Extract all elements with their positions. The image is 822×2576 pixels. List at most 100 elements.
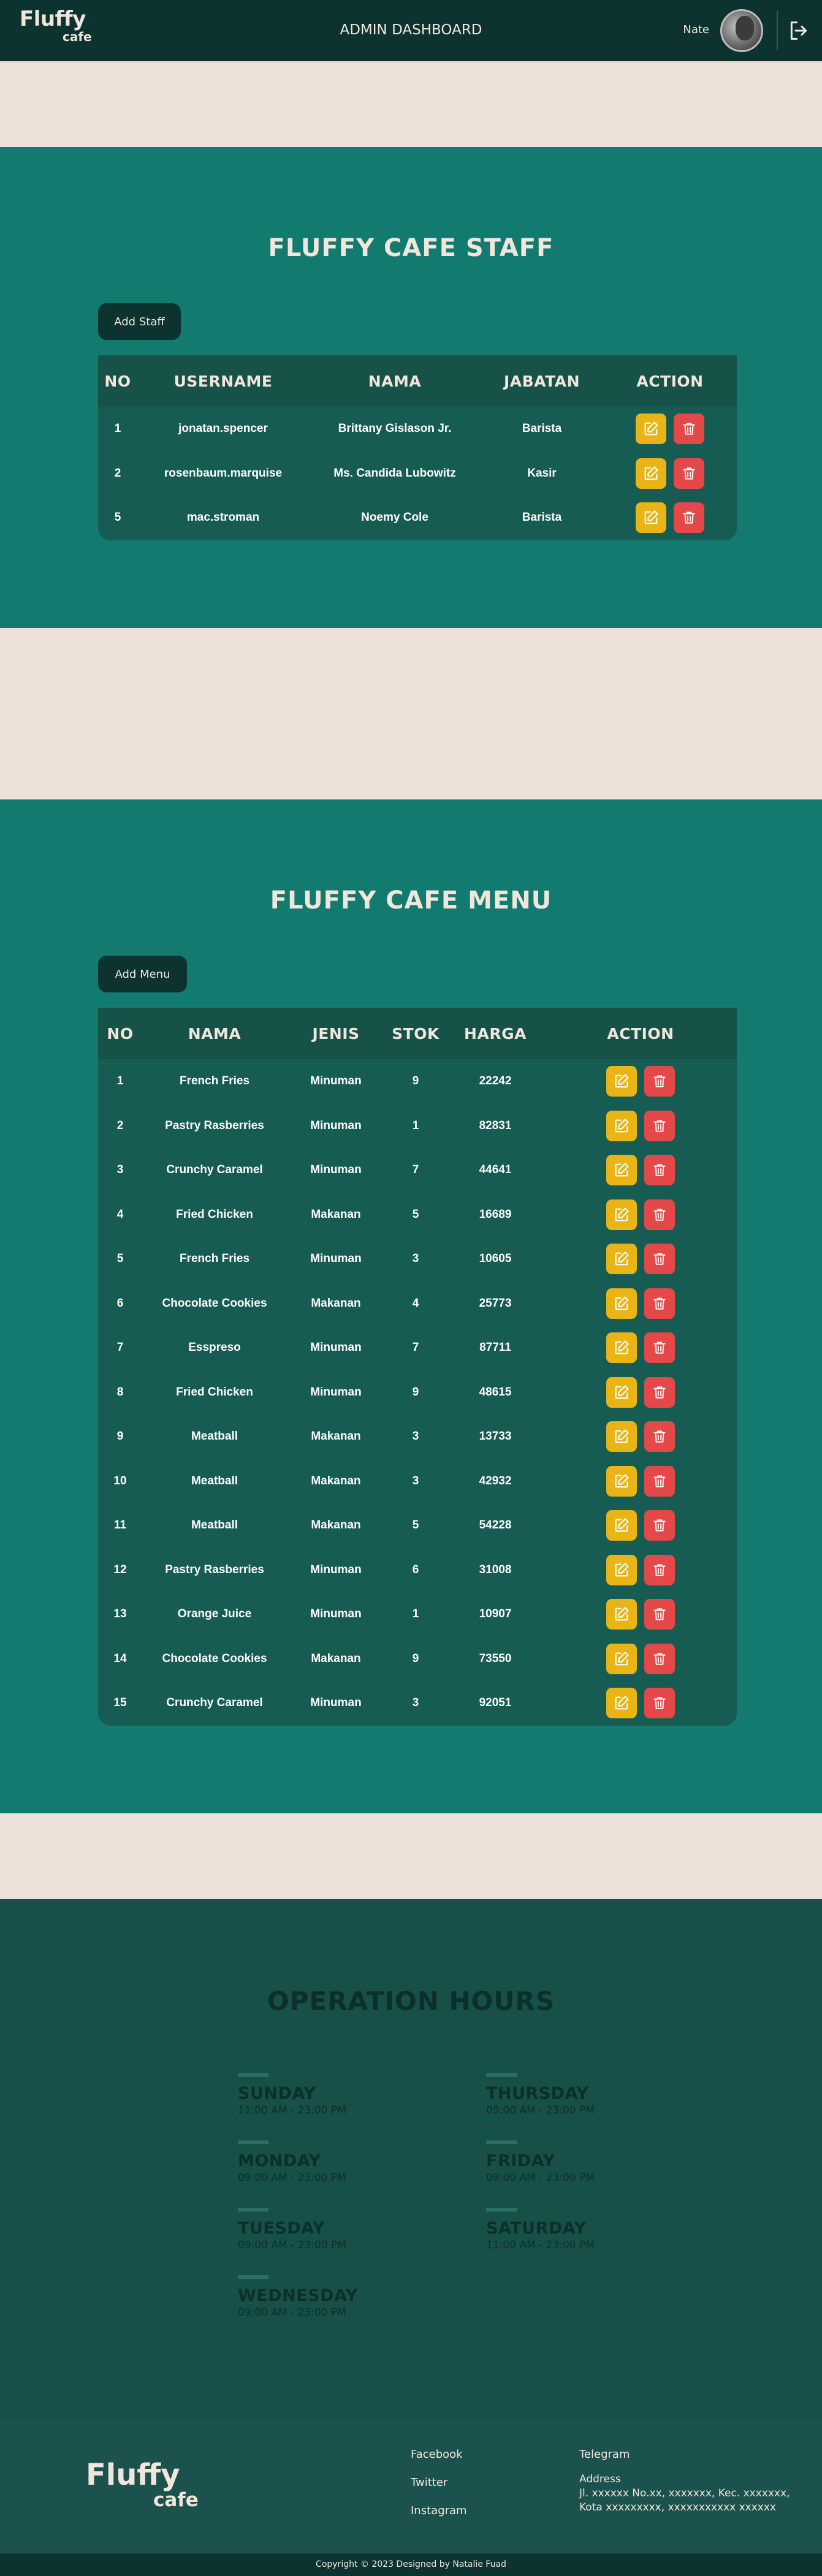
cell-no: 13 xyxy=(113,1607,127,1621)
menu-edit-button[interactable] xyxy=(606,1688,637,1719)
cell-stok: 7 xyxy=(412,1341,419,1354)
table-row: 13 Orange Juice Minuman 1 10907 xyxy=(98,1592,737,1637)
cell-no: 4 xyxy=(116,1207,124,1221)
menu-delete-button[interactable] xyxy=(644,1465,675,1497)
menu-delete-button[interactable] xyxy=(644,1199,675,1230)
menu-delete-button[interactable] xyxy=(644,1066,675,1097)
footer-logo[interactable]: Fluffy cafe xyxy=(86,2460,199,2510)
menu-delete-button[interactable] xyxy=(644,1421,675,1452)
cell-nama: Orange Juice xyxy=(177,1607,252,1621)
address-line: Kota xxxxxxxxx, xxxxxxxxxxx xxxxxx xyxy=(579,2501,776,2514)
trash-icon xyxy=(683,423,695,435)
menu-delete-button[interactable] xyxy=(644,1110,675,1141)
action-cell xyxy=(544,1059,737,1104)
menu-edit-button[interactable] xyxy=(606,1155,637,1186)
footer: Fluffy cafe Facebook Twitter Instagram T… xyxy=(0,2419,822,2553)
cell-no: 10 xyxy=(113,1474,127,1487)
day-time: 09:00 AM - 23:00 PM xyxy=(238,2172,346,2184)
footer-logo-line1: Fluffy xyxy=(86,2458,180,2492)
menu-delete-button[interactable] xyxy=(644,1332,675,1364)
menu-edit-button[interactable] xyxy=(606,1643,637,1674)
menu-edit-button[interactable] xyxy=(606,1377,637,1408)
menu-delete-button[interactable] xyxy=(644,1288,675,1319)
staff-edit-button[interactable] xyxy=(636,458,666,489)
avatar[interactable] xyxy=(720,9,763,52)
table-row: 10 Meatball Makanan 3 42932 xyxy=(98,1459,737,1504)
menu-edit-button[interactable] xyxy=(606,1110,637,1141)
edit-icon xyxy=(615,1119,629,1133)
action-cell xyxy=(544,1459,737,1504)
menu-edit-button[interactable] xyxy=(606,1554,637,1585)
menu-delete-button[interactable] xyxy=(644,1155,675,1186)
day-time: 11:00 AM - 23:00 PM xyxy=(238,2104,346,2117)
facebook-link[interactable]: Facebook xyxy=(411,2448,463,2461)
menu-delete-button[interactable] xyxy=(644,1688,675,1719)
table-row: 1 French Fries Minuman 9 22242 xyxy=(98,1059,737,1104)
add-staff-button[interactable]: Add Staff xyxy=(98,303,181,340)
col-header: JABATAN xyxy=(504,372,580,390)
cell-nama: Brittany Gislason Jr. xyxy=(338,422,452,436)
menu-delete-button[interactable] xyxy=(644,1244,675,1275)
cell-nama: Fried Chicken xyxy=(176,1385,253,1399)
twitter-link[interactable]: Twitter xyxy=(411,2476,447,2489)
cell-no: 2 xyxy=(116,1119,124,1132)
add-menu-button[interactable]: Add Menu xyxy=(98,956,187,992)
staff-delete-button[interactable] xyxy=(674,502,704,534)
telegram-link[interactable]: Telegram xyxy=(579,2448,630,2461)
staff-delete-button[interactable] xyxy=(674,414,704,445)
menu-delete-button[interactable] xyxy=(644,1510,675,1541)
cell-jenis: Minuman xyxy=(310,1341,362,1354)
edit-icon xyxy=(615,1652,629,1666)
day-saturday: SATURDAY 11:00 AM - 23:00 PM xyxy=(486,2208,595,2251)
menu-delete-button[interactable] xyxy=(644,1554,675,1585)
staff-edit-button[interactable] xyxy=(636,502,666,534)
edit-icon xyxy=(615,1429,629,1443)
col-header: HARGA xyxy=(464,1024,527,1043)
table-row: 11 Meatball Makanan 5 54228 xyxy=(98,1503,737,1548)
day-accent-bar xyxy=(238,2140,268,2144)
cell-nama: Meatball xyxy=(191,1519,238,1532)
cell-no: 14 xyxy=(113,1652,127,1665)
cell-stok: 1 xyxy=(412,1607,419,1621)
action-cell xyxy=(544,1237,737,1282)
cell-nama: Chocolate Cookies xyxy=(162,1652,267,1665)
menu-edit-button[interactable] xyxy=(606,1066,637,1097)
cell-jenis: Minuman xyxy=(310,1385,362,1399)
cell-jenis: Makanan xyxy=(311,1430,361,1443)
logout-icon[interactable] xyxy=(786,18,811,43)
trash-icon xyxy=(653,1475,666,1487)
top-header: Fluffy cafe ADMIN DASHBOARD Nate xyxy=(0,0,822,61)
menu-edit-button[interactable] xyxy=(606,1332,637,1364)
menu-edit-button[interactable] xyxy=(606,1465,637,1497)
cell-username: rosenbaum.marquise xyxy=(164,466,283,480)
staff-section: FLUFFY CAFE STAFF Add Staff NO USERNAME … xyxy=(0,147,822,628)
trash-icon xyxy=(653,1653,666,1665)
cell-stok: 3 xyxy=(412,1430,419,1443)
cell-no: 7 xyxy=(116,1341,124,1354)
cell-stok: 7 xyxy=(412,1163,419,1177)
menu-edit-button[interactable] xyxy=(606,1199,637,1230)
menu-edit-button[interactable] xyxy=(606,1244,637,1275)
menu-edit-button[interactable] xyxy=(606,1288,637,1319)
trash-icon xyxy=(653,1386,666,1399)
address-label: Address xyxy=(579,2473,621,2485)
instagram-link[interactable]: Instagram xyxy=(411,2504,467,2517)
table-row: 14 Chocolate Cookies Makanan 9 73550 xyxy=(98,1636,737,1681)
menu-delete-button[interactable] xyxy=(644,1599,675,1630)
menu-edit-button[interactable] xyxy=(606,1421,637,1452)
menu-edit-button[interactable] xyxy=(606,1599,637,1630)
menu-delete-button[interactable] xyxy=(644,1643,675,1674)
cell-nama: Esspreso xyxy=(188,1341,241,1354)
table-row: 3 Crunchy Caramel Minuman 7 44641 xyxy=(98,1148,737,1193)
cell-no: 5 xyxy=(114,511,121,524)
cell-nama: Pastry Rasberries xyxy=(165,1563,264,1576)
copyright: Copyright © 2023 Designed by Natalie Fua… xyxy=(0,2553,822,2576)
staff-delete-button[interactable] xyxy=(674,458,704,489)
edit-icon xyxy=(615,1296,629,1310)
col-header: JENIS xyxy=(312,1024,360,1043)
staff-edit-button[interactable] xyxy=(636,414,666,445)
menu-delete-button[interactable] xyxy=(644,1377,675,1408)
trash-icon xyxy=(653,1697,666,1709)
menu-edit-button[interactable] xyxy=(606,1510,637,1541)
day-tuesday: TUESDAY 09:00 AM - 23:00 PM xyxy=(238,2208,346,2251)
